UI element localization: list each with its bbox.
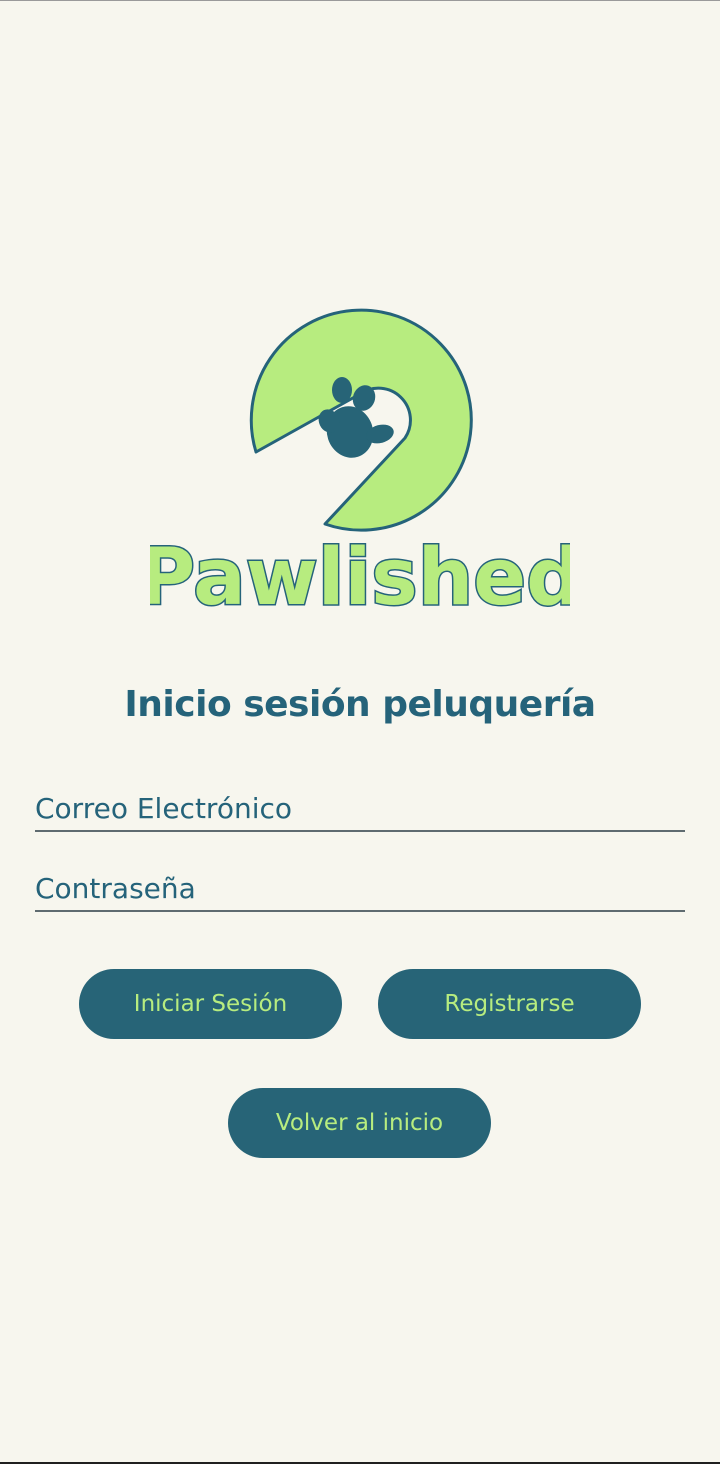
page-title: Inicio sesión peluquería [124, 684, 596, 725]
brand-name: Pawlished [150, 533, 570, 623]
logo-emblem [249, 308, 473, 532]
email-field[interactable] [35, 786, 685, 832]
password-field[interactable] [35, 866, 685, 912]
register-button[interactable]: Registrarse [378, 969, 641, 1039]
brand-wordmark: Pawlished [150, 532, 570, 625]
back-to-home-button[interactable]: Volver al inicio [228, 1088, 491, 1158]
top-divider [0, 0, 720, 1]
login-button[interactable]: Iniciar Sesión [79, 969, 342, 1039]
